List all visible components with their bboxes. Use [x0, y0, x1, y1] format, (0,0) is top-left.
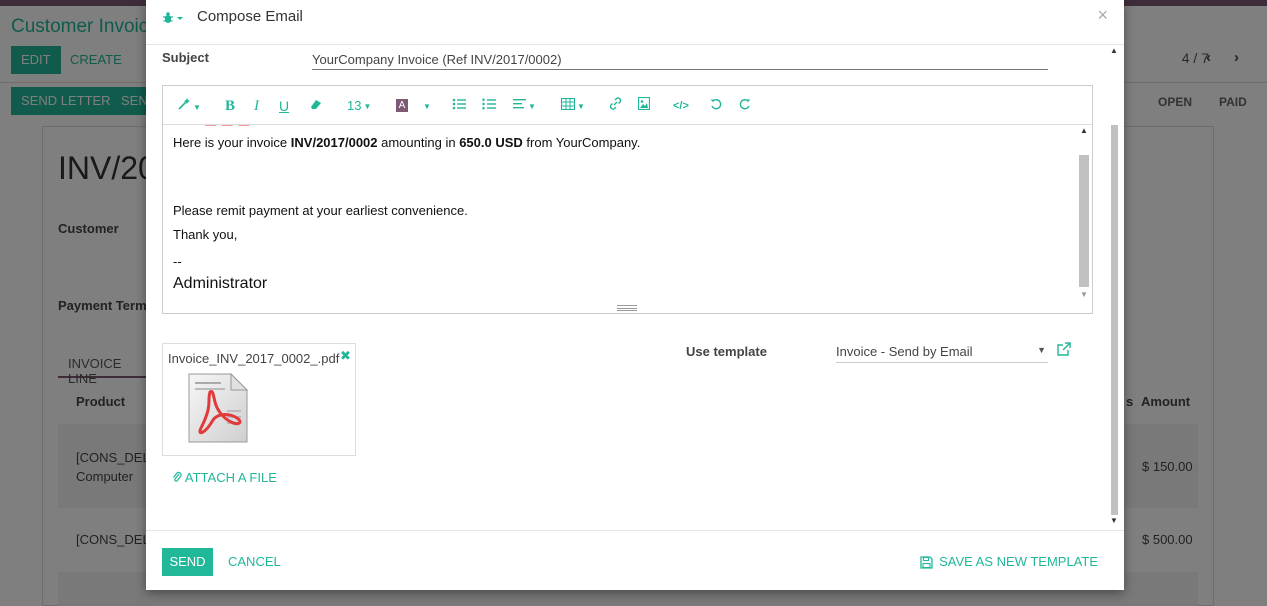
debug-bug-icon[interactable] [162, 10, 184, 26]
attach-file-button[interactable]: ATTACH A FILE [172, 470, 277, 485]
compose-email-dialog: Compose Email × Subject ▼ B I U 13▼ A ▼ [146, 0, 1124, 590]
code-view-icon[interactable]: </> [673, 97, 689, 115]
cancel-button[interactable]: CANCEL [228, 548, 281, 576]
dialog-title: Compose Email [197, 8, 303, 25]
bullet-list-icon[interactable] [452, 97, 466, 115]
editor-resize-handle[interactable] [617, 305, 637, 311]
template-select[interactable]: Invoice - Send by Email ▼ [836, 344, 1048, 363]
email-body-editor: ▼ B I U 13 ▼ A ▼ ▼ ▼ </> —·—·— Here is y… [162, 85, 1093, 314]
paragraph-align-icon[interactable]: ▼ [513, 97, 536, 115]
table-icon[interactable]: ▼ [560, 97, 585, 115]
scrollbar-thumb[interactable] [1079, 155, 1089, 287]
image-icon[interactable] [637, 96, 651, 115]
attach-file-label: ATTACH A FILE [184, 470, 277, 485]
scroll-down-icon[interactable]: ▼ [1080, 290, 1088, 299]
attachment-filename[interactable]: Invoice_INV_2017_0002_.pdf [168, 351, 339, 366]
dialog-header: Compose Email × [146, 0, 1124, 45]
scroll-up-icon[interactable]: ▲ [1110, 46, 1118, 55]
font-size-dropdown[interactable]: 13 ▼ [347, 97, 371, 115]
save-as-template-button[interactable]: SAVE AS NEW TEMPLATE [920, 548, 1098, 576]
scroll-up-icon[interactable]: ▲ [1080, 126, 1088, 135]
undo-icon[interactable] [710, 97, 722, 115]
dialog-footer: SEND CANCEL SAVE AS NEW TEMPLATE [146, 530, 1124, 590]
save-as-template-label: SAVE AS NEW TEMPLATE [939, 554, 1098, 569]
body-line-remit: Please remit payment at your earliest co… [173, 203, 468, 218]
editor-toolbar: ▼ B I U 13 ▼ A ▼ ▼ ▼ </> [163, 86, 1092, 125]
subject-label: Subject [162, 50, 209, 65]
use-template-label: Use template [686, 344, 767, 359]
link-icon[interactable] [609, 97, 622, 115]
scroll-down-icon[interactable]: ▼ [1110, 516, 1118, 525]
editor-scrollbar[interactable]: ▲ ▼ [1077, 125, 1091, 303]
floppy-save-icon [920, 556, 933, 569]
underline-icon[interactable]: U [279, 97, 289, 115]
subject-input[interactable] [312, 49, 1048, 70]
bold-icon[interactable]: B [225, 97, 235, 115]
font-color-icon[interactable]: A [396, 99, 408, 112]
body-line-invoice: Here is your invoice INV/2017/0002 amoun… [173, 135, 641, 150]
attachment-card: Invoice_INV_2017_0002_.pdf ✖ [162, 343, 356, 456]
scrollbar-thumb[interactable] [1111, 125, 1118, 515]
redo-icon[interactable] [739, 97, 751, 115]
send-button[interactable]: SEND [162, 548, 213, 576]
body-line-dashes: -- [173, 254, 182, 269]
font-color-caret-icon[interactable]: ▼ [421, 97, 431, 115]
style-magic-icon[interactable]: ▼ [177, 97, 201, 115]
eraser-icon[interactable] [309, 97, 323, 115]
external-link-icon[interactable] [1057, 342, 1073, 358]
close-icon[interactable]: × [1097, 5, 1108, 26]
signature: Administrator [173, 275, 268, 292]
paperclip-icon [173, 471, 182, 482]
chevron-down-icon[interactable]: ▼ [1037, 345, 1046, 355]
cut-off-text: —·—·— [205, 125, 251, 131]
dialog-scrollbar[interactable]: ▲ ▼ [1108, 45, 1120, 530]
body-line-thanks: Thank you, [173, 227, 238, 242]
dialog-body: Subject ▼ B I U 13▼ A ▼ [146, 45, 1124, 530]
template-selected-value: Invoice - Send by Email [836, 344, 973, 359]
remove-attachment-icon[interactable]: ✖ [340, 348, 351, 364]
numbered-list-icon[interactable] [482, 97, 496, 115]
italic-icon[interactable]: I [254, 97, 259, 115]
pdf-file-icon[interactable] [187, 372, 249, 444]
email-body-content[interactable]: —·—·— Here is your invoice INV/2017/0002… [163, 125, 1092, 301]
